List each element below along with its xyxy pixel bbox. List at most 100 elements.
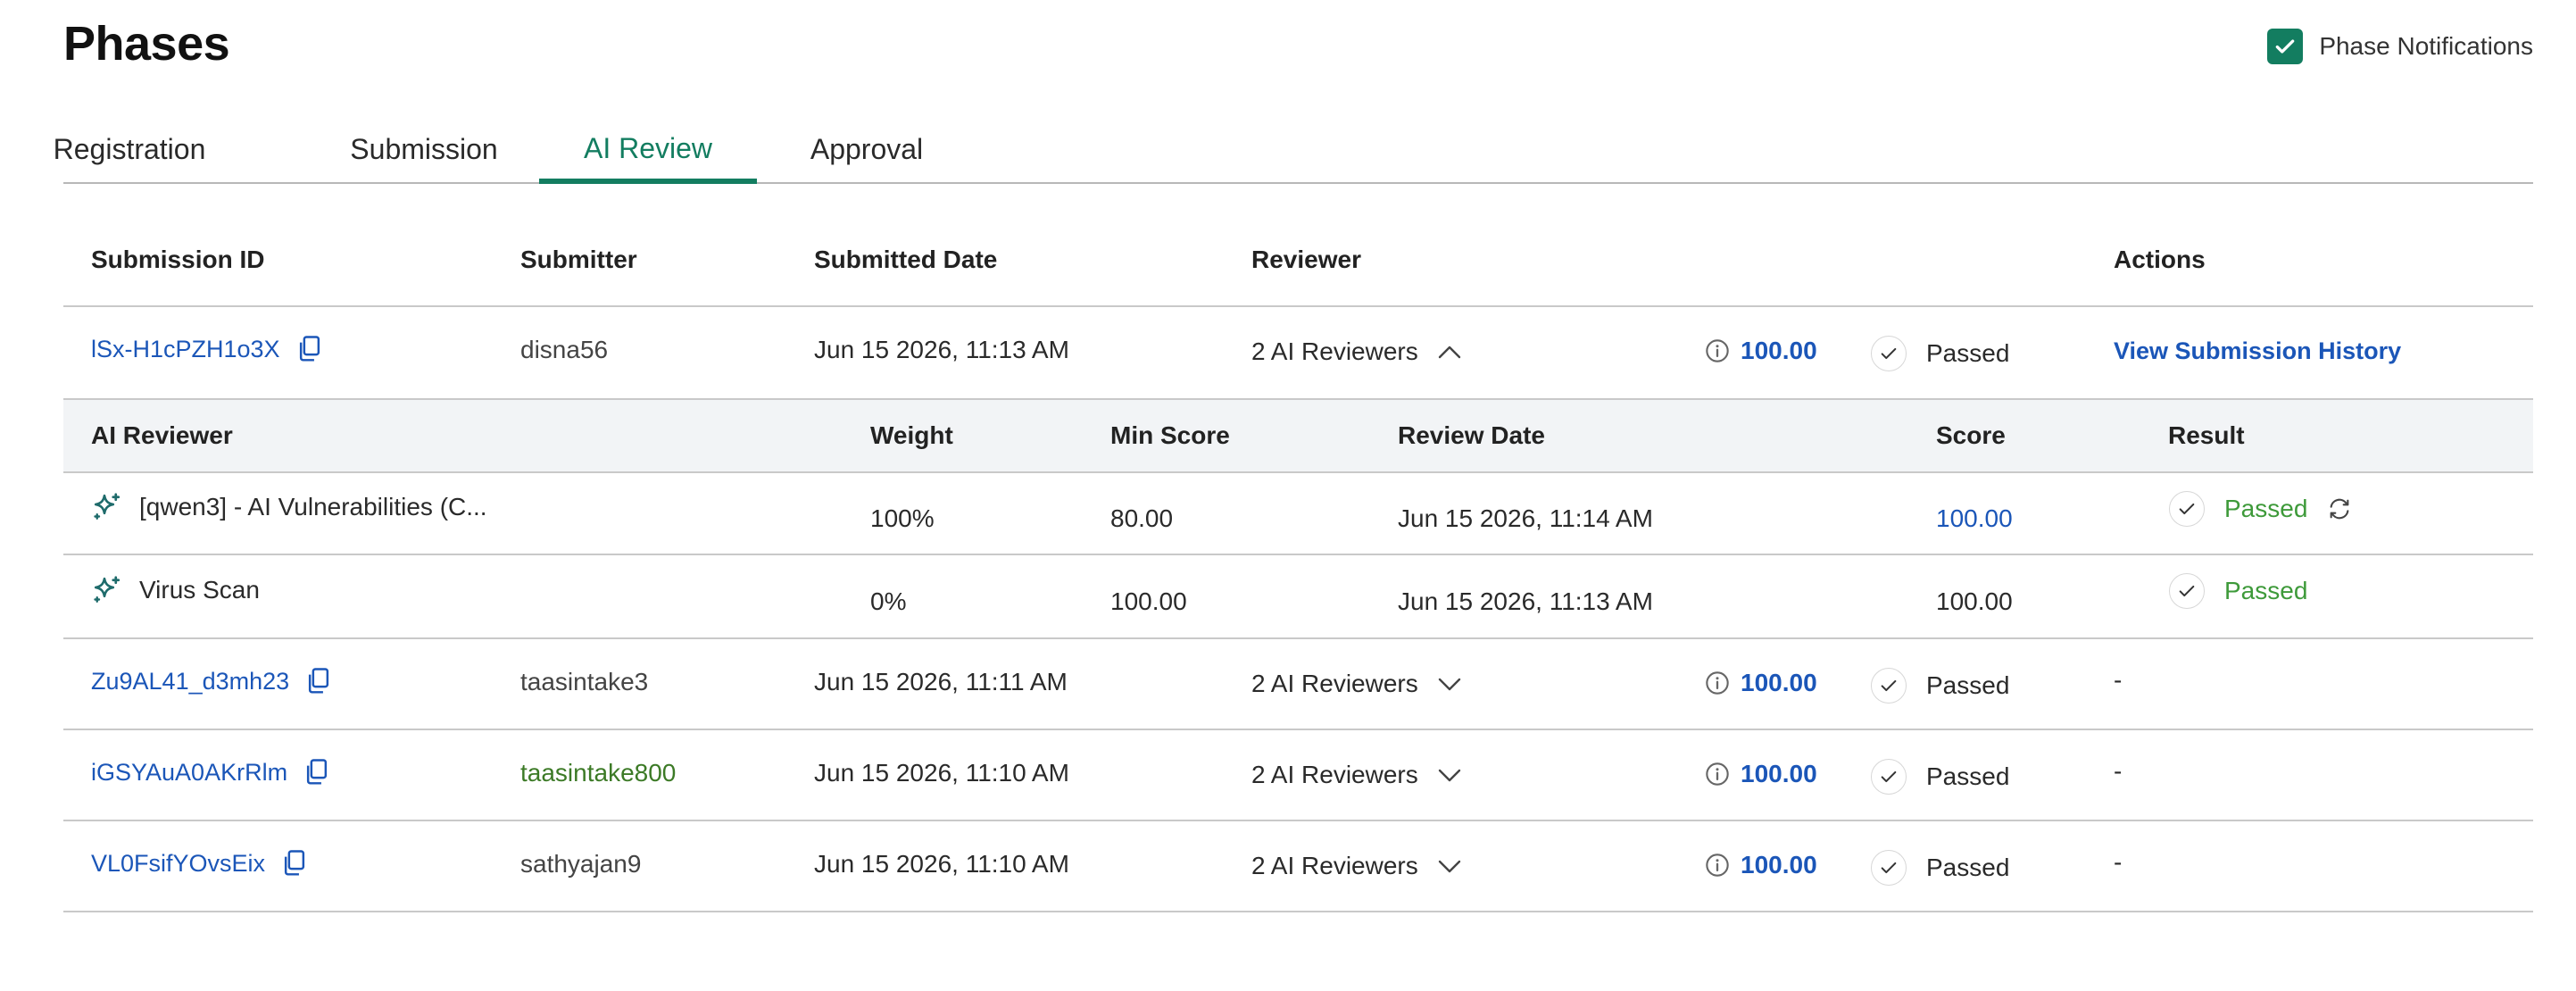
table-row: Zu9AL41_d3mh23: [91, 667, 332, 695]
reviewers-count: 2 AI Reviewers: [1251, 337, 1418, 365]
submitter-name: taasintake3: [520, 668, 649, 695]
submitted-date: Jun 15 2026, 11:13 AM: [814, 336, 1069, 363]
review-date-value: Jun 15 2026, 11:13 AM: [1398, 587, 1653, 615]
submission-id-link[interactable]: VL0FsifYOvsEix: [91, 850, 265, 878]
ai-reviewer-row: Virus Scan: [91, 574, 260, 606]
info-icon[interactable]: [1705, 338, 1730, 363]
submitted-date: Jun 15 2026, 11:11 AM: [814, 668, 1068, 695]
score-value[interactable]: 100.00: [1741, 669, 1817, 697]
copy-icon[interactable]: [296, 335, 323, 363]
header-weight: Weight: [870, 421, 953, 449]
submission-id-link[interactable]: Zu9AL41_d3mh23: [91, 668, 289, 695]
submission-id-link[interactable]: iGSYAuA0AKrRlm: [91, 759, 287, 787]
reviewers-toggle[interactable]: 2 AI Reviewers: [1251, 670, 1463, 698]
header-score: Score: [1936, 421, 2006, 449]
reviewers-count: 2 AI Reviewers: [1251, 761, 1418, 788]
reviewers-toggle[interactable]: 2 AI Reviewers: [1251, 337, 1463, 366]
min-score-value: 80.00: [1110, 504, 1174, 532]
weight-value: 0%: [870, 587, 907, 615]
check-icon: [1871, 759, 1907, 795]
result-badge: Passed: [2169, 491, 2352, 527]
reviewers-toggle[interactable]: 2 AI Reviewers: [1251, 761, 1463, 789]
check-icon: [2169, 573, 2205, 609]
refresh-icon[interactable]: [2327, 496, 2352, 521]
score-value[interactable]: 100.00: [1741, 760, 1817, 788]
reviewers-count: 2 AI Reviewers: [1251, 670, 1418, 697]
info-icon[interactable]: [1705, 670, 1730, 695]
checkbox-checked-icon[interactable]: [2267, 29, 2304, 64]
header-min-score: Min Score: [1110, 421, 1230, 449]
score-cell: 100.00: [1705, 669, 1817, 697]
header-submitted-date: Submitted Date: [814, 246, 998, 273]
result-text: Passed: [2224, 577, 2308, 604]
action-placeholder: -: [2114, 666, 2123, 694]
tab-submission[interactable]: Submission: [345, 118, 503, 180]
ai-score-link[interactable]: 100.00: [1936, 504, 2013, 533]
tab-ai-review[interactable]: AI Review: [539, 118, 757, 184]
status-badge: Passed: [1871, 668, 2009, 704]
header-reviewer: Reviewer: [1251, 246, 1361, 273]
status-badge: Passed: [1871, 759, 2009, 795]
weight-value: 100%: [870, 504, 935, 532]
divider: [63, 911, 2533, 912]
table-row: VL0FsifYOvsEix: [91, 849, 308, 878]
check-icon: [1871, 668, 1907, 704]
table-row: lSx-H1cPZH1o3X: [91, 335, 323, 363]
divider: [63, 637, 2533, 639]
phase-notifications-toggle[interactable]: Phase Notifications: [2267, 29, 2533, 64]
divider: [63, 820, 2533, 821]
status-text: Passed: [1926, 671, 2010, 699]
copy-icon[interactable]: [281, 849, 308, 878]
tab-approval[interactable]: Approval: [799, 118, 935, 180]
action-placeholder: -: [2114, 757, 2123, 785]
divider: [63, 729, 2533, 730]
submitter-name: sathyajan9: [520, 850, 642, 878]
view-submission-history-link[interactable]: View Submission History: [2114, 337, 2401, 365]
header-actions: Actions: [2114, 246, 2206, 273]
score-value[interactable]: 100.00: [1741, 851, 1817, 879]
chevron-down-icon[interactable]: [1436, 857, 1463, 875]
header-result: Result: [2168, 421, 2245, 449]
divider: [63, 305, 2533, 307]
action-placeholder: -: [2114, 848, 2123, 876]
status-badge: Passed: [1871, 336, 2009, 371]
reviewers-toggle[interactable]: 2 AI Reviewers: [1251, 852, 1463, 880]
tab-registration[interactable]: Registration: [54, 118, 206, 180]
divider: [63, 554, 2533, 555]
ai-reviewer-name: [qwen3] - AI Vulnerabilities (C...: [139, 493, 487, 520]
sparkle-icon: [91, 574, 123, 606]
status-text: Passed: [1926, 339, 2010, 367]
submitter-name[interactable]: taasintake800: [520, 759, 676, 787]
ai-reviewer-row: [qwen3] - AI Vulnerabilities (C...: [91, 491, 487, 523]
copy-icon[interactable]: [303, 758, 330, 787]
divider: [63, 471, 2533, 473]
score-cell: 100.00: [1705, 851, 1817, 879]
result-badge: Passed: [2169, 573, 2307, 609]
submission-id-link[interactable]: lSx-H1cPZH1o3X: [91, 336, 280, 363]
page-title: Phases: [63, 17, 230, 71]
table-row: iGSYAuA0AKrRlm: [91, 758, 330, 787]
review-date-value: Jun 15 2026, 11:14 AM: [1398, 504, 1653, 532]
info-icon[interactable]: [1705, 853, 1730, 878]
copy-icon[interactable]: [305, 667, 332, 695]
status-text: Passed: [1926, 762, 2010, 790]
result-text: Passed: [2224, 495, 2308, 522]
chevron-down-icon[interactable]: [1436, 675, 1463, 693]
header-submission-id: Submission ID: [91, 246, 265, 273]
header-submitter: Submitter: [520, 246, 637, 273]
min-score-value: 100.00: [1110, 587, 1187, 615]
check-icon: [1871, 850, 1907, 886]
reviewers-count: 2 AI Reviewers: [1251, 852, 1418, 879]
check-icon: [1871, 336, 1907, 371]
score-cell: 100.00: [1705, 337, 1817, 365]
submitted-date: Jun 15 2026, 11:10 AM: [814, 850, 1069, 878]
info-icon[interactable]: [1705, 762, 1730, 787]
status-text: Passed: [1926, 854, 2010, 881]
chevron-up-icon[interactable]: [1436, 343, 1463, 361]
phase-tabs: Registration Submission AI Review Approv…: [54, 118, 2533, 184]
ai-reviewer-name: Virus Scan: [139, 576, 260, 604]
chevron-down-icon[interactable]: [1436, 766, 1463, 784]
score-value[interactable]: 100.00: [1741, 337, 1817, 365]
sparkle-icon: [91, 491, 123, 523]
submitter-name: disna56: [520, 336, 609, 363]
